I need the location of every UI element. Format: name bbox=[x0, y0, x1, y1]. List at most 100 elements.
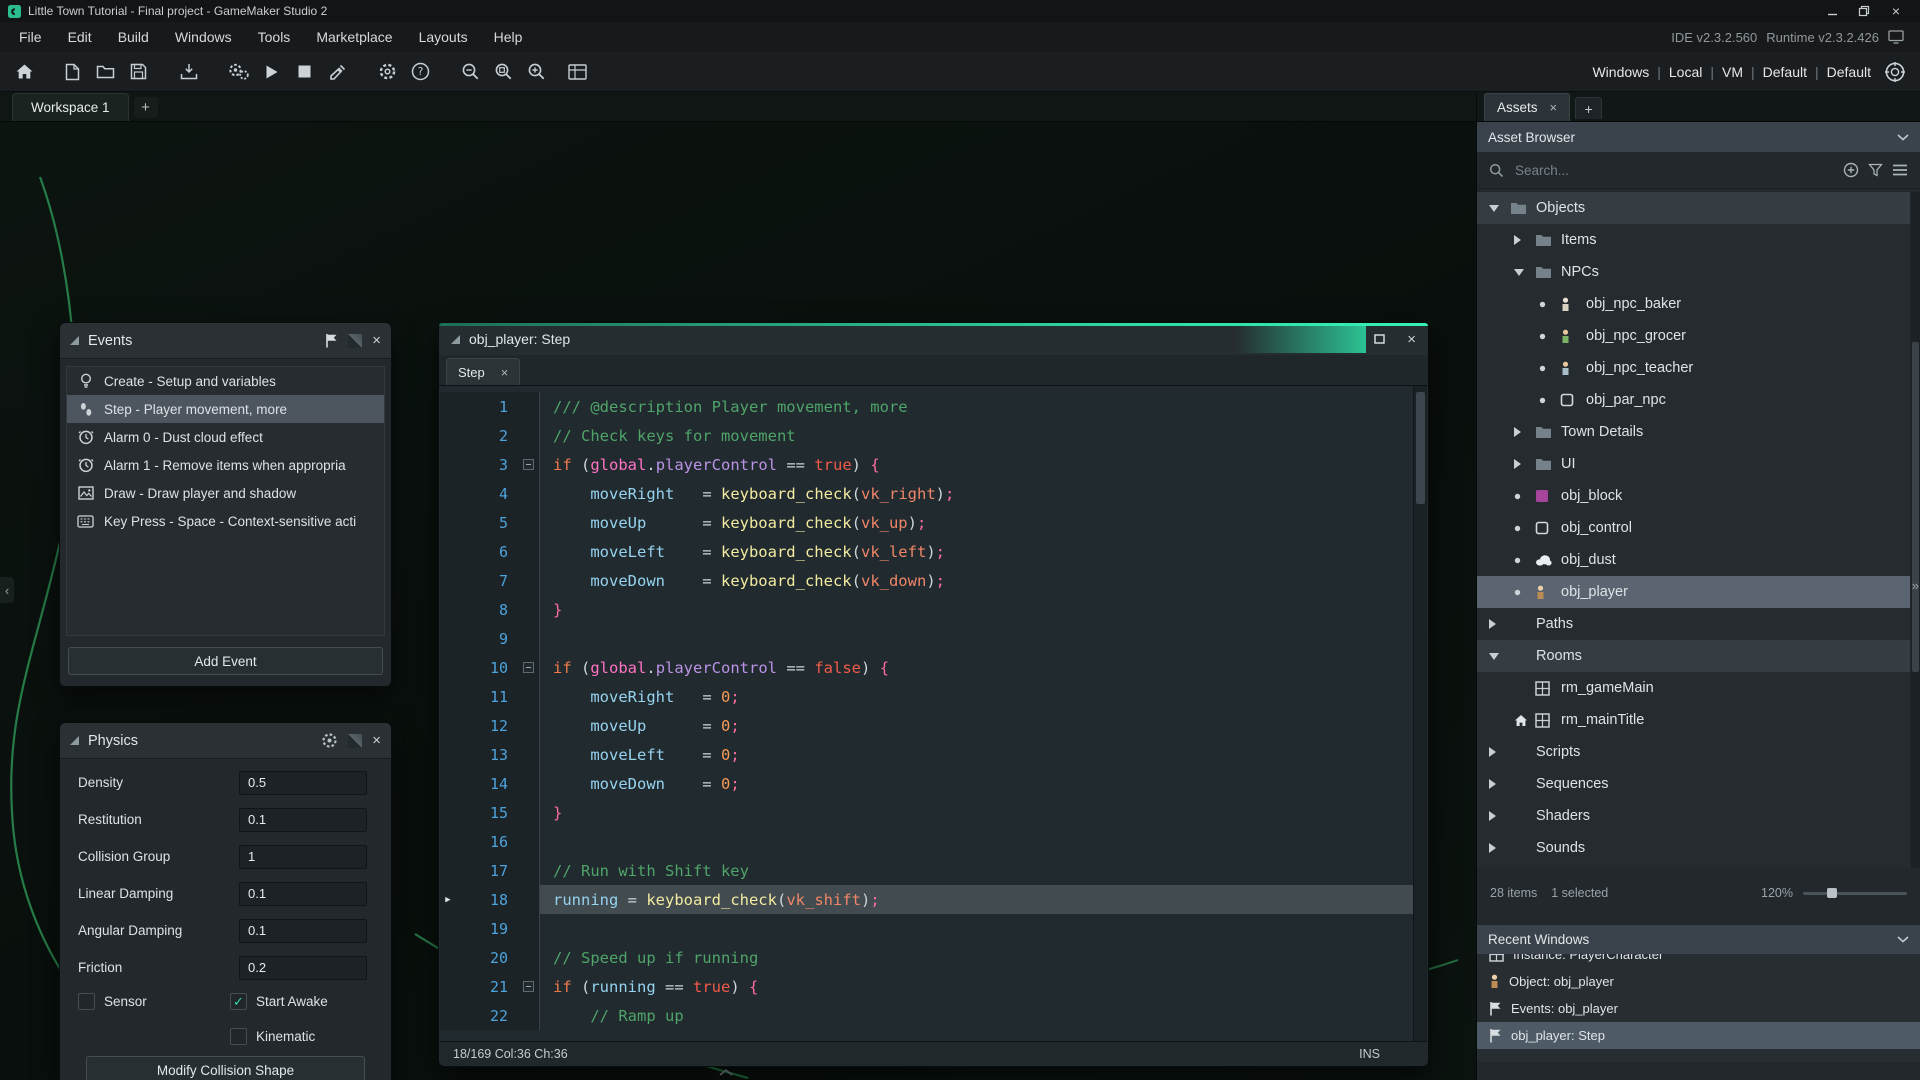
code-line-16[interactable]: 16 bbox=[440, 827, 1414, 856]
breakpoint-margin[interactable] bbox=[440, 479, 456, 508]
recent-windows-dropdown[interactable]: Recent Windows bbox=[1477, 925, 1920, 954]
event-item-alarm-1-remove-items-when-appr[interactable]: Alarm 1 - Remove items when appropria bbox=[67, 451, 384, 479]
game-options-button[interactable] bbox=[371, 56, 404, 88]
physics-input-collision-group[interactable] bbox=[239, 844, 367, 869]
checkbox-sensor[interactable]: Sensor bbox=[78, 993, 147, 1010]
open-project-button[interactable] bbox=[89, 56, 122, 88]
checkbox-box[interactable] bbox=[78, 993, 95, 1010]
breakpoint-margin[interactable] bbox=[440, 972, 456, 1001]
asset-sounds[interactable]: Sounds bbox=[1477, 832, 1910, 864]
expand-arrow-icon[interactable] bbox=[1514, 427, 1535, 437]
breakpoint-margin[interactable] bbox=[440, 392, 456, 421]
maximize-window-button[interactable] bbox=[1374, 334, 1385, 344]
tab-close-icon[interactable]: × bbox=[1550, 100, 1558, 115]
target-config-button[interactable] bbox=[222, 56, 255, 88]
code-line-8[interactable]: 8} bbox=[440, 595, 1414, 624]
asset-obj-block[interactable]: obj_block bbox=[1477, 480, 1910, 512]
asset-scripts[interactable]: Scripts bbox=[1477, 736, 1910, 768]
target-option-1-local[interactable]: Local bbox=[1669, 64, 1702, 80]
code-line-17[interactable]: 17 // Run with Shift key bbox=[440, 856, 1414, 885]
physics-panel-titlebar[interactable]: Physics × bbox=[60, 723, 391, 759]
physics-input-restitution[interactable] bbox=[239, 807, 367, 832]
code-line-10[interactable]: 10 if (global. playerControl == false) { bbox=[440, 653, 1414, 682]
zoom-slider-thumb[interactable] bbox=[1827, 887, 1837, 898]
breakpoint-margin[interactable] bbox=[440, 653, 456, 682]
physics-input-friction[interactable] bbox=[239, 955, 367, 980]
home-button[interactable] bbox=[8, 56, 41, 88]
asset-rm-gamemain[interactable]: rm_gameMain bbox=[1477, 672, 1910, 704]
breakpoint-margin[interactable] bbox=[440, 421, 456, 450]
asset-sequences[interactable]: Sequences bbox=[1477, 768, 1910, 800]
event-item-key-press-space-context-sensit[interactable]: Key Press - Space - Context-sensitive ac… bbox=[67, 507, 384, 535]
modify-collision-shape-button[interactable]: Modify Collision Shape bbox=[86, 1056, 365, 1080]
collapse-arrow-icon[interactable] bbox=[1489, 652, 1510, 660]
asset-obj-player[interactable]: obj_player bbox=[1477, 576, 1910, 608]
code-line-4[interactable]: 4 moveRight = keyboard_check(vk_right); bbox=[440, 479, 1414, 508]
scroll-up-handle[interactable] bbox=[718, 1067, 734, 1077]
checkbox-box[interactable]: ✓ bbox=[230, 993, 247, 1010]
zoom-out-button[interactable] bbox=[454, 56, 487, 88]
tab-assets[interactable]: Assets × bbox=[1484, 93, 1571, 121]
tree-scrollbar[interactable] bbox=[1911, 192, 1920, 868]
asset-obj-npc-teacher[interactable]: obj_npc_teacher bbox=[1477, 352, 1910, 384]
save-project-button[interactable] bbox=[122, 56, 155, 88]
asset-paths[interactable]: Paths bbox=[1477, 608, 1910, 640]
asset-rooms[interactable]: Rooms bbox=[1477, 640, 1910, 672]
expand-arrow-icon[interactable] bbox=[1489, 779, 1510, 789]
target-option-4-default[interactable]: Default bbox=[1827, 64, 1871, 80]
breakpoint-margin[interactable] bbox=[440, 914, 456, 943]
asset-obj-par-npc[interactable]: obj_par_npc bbox=[1477, 384, 1910, 416]
expand-arrow-icon[interactable] bbox=[1514, 459, 1535, 469]
code-line-3[interactable]: 3 if (global. playerControl == true) { bbox=[440, 450, 1414, 479]
expand-arrow-icon[interactable] bbox=[1489, 619, 1510, 629]
code-line-15[interactable]: 15} bbox=[440, 798, 1414, 827]
breakpoint-margin[interactable] bbox=[440, 508, 456, 537]
scrollbar-thumb[interactable] bbox=[1912, 342, 1919, 672]
panel-collapse-icon[interactable] bbox=[70, 736, 79, 745]
code-line-13[interactable]: 13 moveLeft = 0; bbox=[440, 740, 1414, 769]
clean-button[interactable] bbox=[321, 56, 354, 88]
breakpoint-margin[interactable] bbox=[440, 566, 456, 595]
checkbox-box[interactable] bbox=[230, 1028, 247, 1045]
breakpoint-margin[interactable] bbox=[440, 1001, 456, 1030]
breakpoint-margin[interactable] bbox=[440, 856, 456, 885]
event-item-draw-draw-player-and-shadow[interactable]: Draw - Draw player and shadow bbox=[67, 479, 384, 507]
breakpoint-margin[interactable] bbox=[440, 537, 456, 566]
asset-obj-dust[interactable]: obj_dust bbox=[1477, 544, 1910, 576]
tab-close-icon[interactable]: × bbox=[501, 365, 509, 380]
fold-toggle-icon[interactable] bbox=[518, 450, 540, 479]
recent-instance-playercharacter[interactable]: Instance: PlayerCharacter bbox=[1477, 954, 1920, 968]
menu-edit[interactable]: Edit bbox=[55, 22, 105, 52]
code-line-2[interactable]: 2 // Check keys for movement bbox=[440, 421, 1414, 450]
current-line-arrow[interactable]: ▶ bbox=[440, 885, 456, 914]
breakpoint-margin[interactable] bbox=[440, 711, 456, 740]
close-button[interactable]: × bbox=[1880, 0, 1912, 22]
help-button[interactable]: ? bbox=[404, 56, 437, 88]
code-vertical-scrollbar[interactable] bbox=[1413, 386, 1427, 1042]
workspace[interactable]: ‹ Events × Create - Setup and variables S… bbox=[0, 122, 1476, 1080]
breakpoint-margin[interactable] bbox=[440, 769, 456, 798]
breakpoint-margin[interactable] bbox=[440, 740, 456, 769]
physics-close-button[interactable]: × bbox=[372, 732, 381, 749]
recent-object-obj-player[interactable]: Object: obj_player bbox=[1477, 968, 1920, 995]
code-line-12[interactable]: 12 moveUp = 0; bbox=[440, 711, 1414, 740]
physics-input-density[interactable] bbox=[239, 770, 367, 795]
code-line-11[interactable]: 11 moveRight = 0; bbox=[440, 682, 1414, 711]
target-option-2-vm[interactable]: VM bbox=[1722, 64, 1743, 80]
fold-collapse-box[interactable] bbox=[523, 459, 534, 470]
asset-shaders[interactable]: Shaders bbox=[1477, 800, 1910, 832]
zoom-reset-button[interactable] bbox=[487, 56, 520, 88]
search-input[interactable] bbox=[1513, 161, 1834, 179]
export-button[interactable] bbox=[172, 56, 205, 88]
code-line-18[interactable]: ▶ 18 running = keyboard_check(vk_shift); bbox=[440, 885, 1414, 914]
asset-browser-dropdown[interactable]: Asset Browser bbox=[1477, 122, 1920, 152]
breakpoint-margin[interactable] bbox=[440, 798, 456, 827]
run-button[interactable] bbox=[255, 56, 288, 88]
code-editor[interactable]: 1 /// @description Player movement, more 2… bbox=[440, 386, 1414, 1042]
scroll-left-handle[interactable]: ‹ bbox=[0, 577, 14, 603]
event-item-step-player-movement-more[interactable]: Step - Player movement, more bbox=[67, 395, 384, 423]
breakpoint-margin[interactable] bbox=[440, 943, 456, 972]
event-item-alarm-0-dust-cloud-effect[interactable]: Alarm 0 - Dust cloud effect bbox=[67, 423, 384, 451]
tab-step[interactable]: Step × bbox=[446, 358, 521, 385]
new-sidebar-tab-button[interactable]: + bbox=[1575, 97, 1603, 119]
